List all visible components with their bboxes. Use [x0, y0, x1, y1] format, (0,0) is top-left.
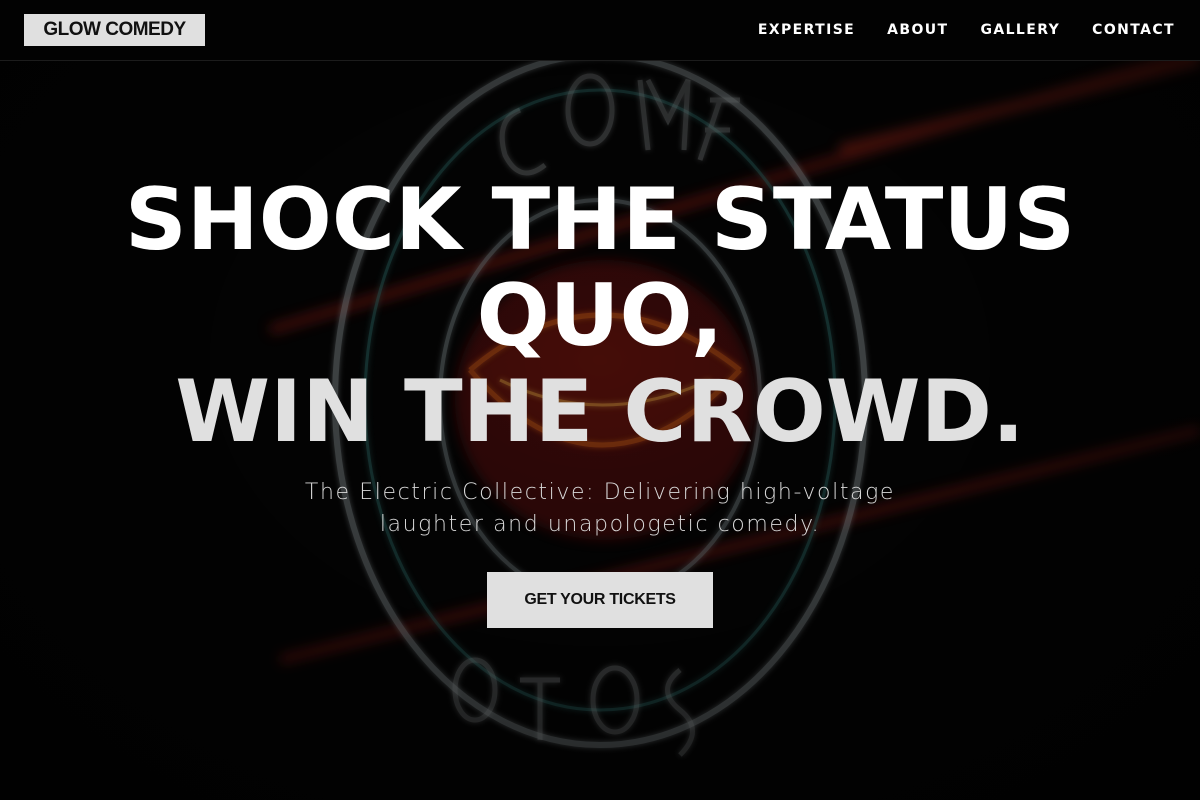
hero-headline: SHOCK THE STATUS QUO, WIN THE CROWD.: [0, 172, 1200, 460]
nav-link-about[interactable]: ABOUT: [887, 20, 948, 40]
page: GLOW COMEDY EXPERTISE ABOUT GALLERY CONT…: [0, 0, 1200, 800]
logo[interactable]: GLOW COMEDY: [24, 14, 205, 46]
hero-headline-line-2: WIN THE CROWD.: [175, 362, 1025, 462]
hero-subtitle: The Electric Collective: Delivering high…: [304, 480, 896, 537]
hero-headline-line-1: SHOCK THE STATUS QUO,: [124, 170, 1076, 366]
nav-link-expertise[interactable]: EXPERTISE: [758, 20, 855, 40]
main-nav: EXPERTISE ABOUT GALLERY CONTACT: [758, 0, 1175, 60]
hero-section: SHOCK THE STATUS QUO, WIN THE CROWD. The…: [0, 60, 1200, 800]
nav-link-contact[interactable]: CONTACT: [1092, 20, 1175, 40]
get-tickets-button[interactable]: GET YOUR TICKETS: [487, 572, 713, 628]
nav-link-gallery[interactable]: GALLERY: [980, 20, 1060, 40]
site-header: GLOW COMEDY EXPERTISE ABOUT GALLERY CONT…: [0, 0, 1200, 61]
